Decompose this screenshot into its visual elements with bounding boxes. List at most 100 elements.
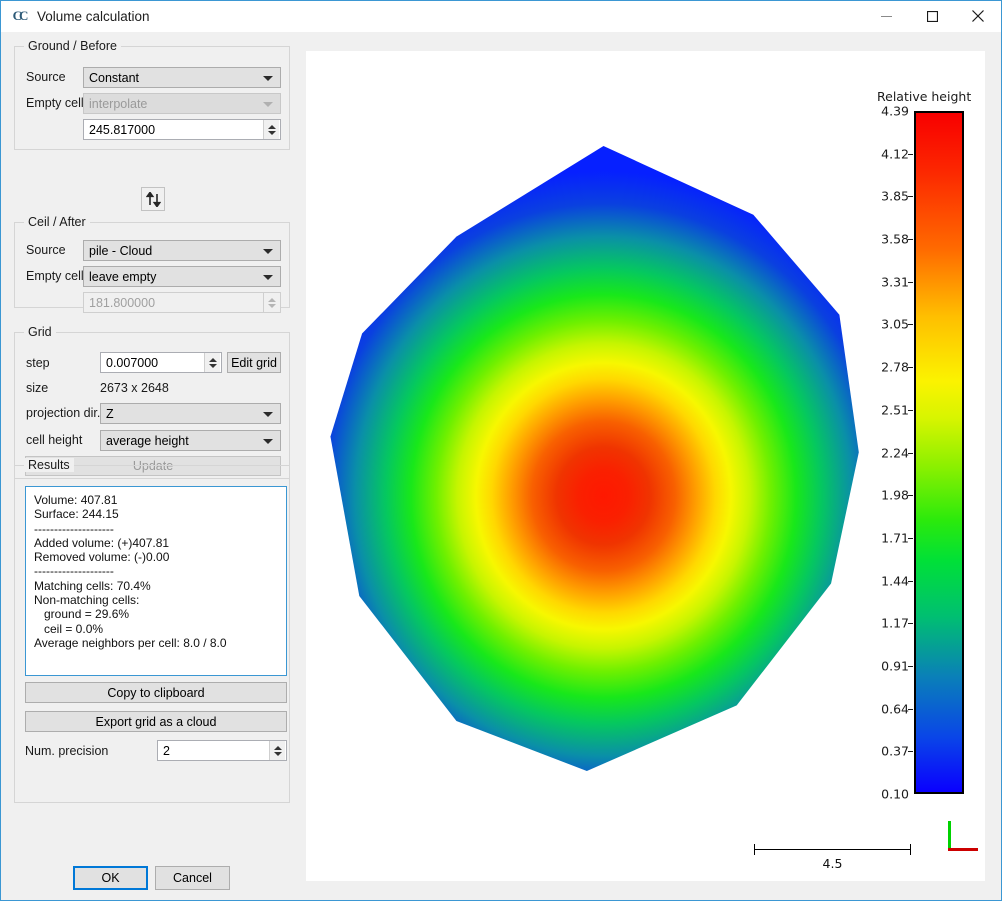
cancel-label: Cancel <box>173 871 212 885</box>
grid-step-input[interactable]: 0.007000 <box>100 352 222 373</box>
stepper-down-icon[interactable] <box>209 364 217 368</box>
ceil-constant-stepper[interactable] <box>263 293 279 312</box>
grid-cell-height-value: average height <box>106 434 189 448</box>
chevron-down-icon <box>263 439 273 444</box>
colorbar-tick-mark <box>908 367 913 368</box>
ceil-after-group: Ceil / After Source pile - Cloud Empty c… <box>14 222 290 308</box>
minimize-icon[interactable] <box>863 1 909 32</box>
colorbar-tick-label: 1.98 <box>881 488 909 503</box>
height-map-surface <box>326 146 881 771</box>
title-bar: CC Volume calculation <box>1 1 1001 32</box>
colorbar-tick-mark <box>908 196 913 197</box>
ceil-constant-input[interactable]: 181.800000 <box>83 292 281 313</box>
stepper-up-icon[interactable] <box>268 125 276 129</box>
grid-group: Grid step 0.007000 Edit grid size 2673 x… <box>14 332 290 479</box>
stepper-down-icon[interactable] <box>268 304 276 308</box>
colorbar-tick-mark <box>908 282 913 283</box>
grid-step-stepper[interactable] <box>204 353 220 372</box>
colorbar-tick-mark <box>908 623 913 624</box>
ceil-empty-cells-label: Empty cells <box>26 269 90 283</box>
ground-constant-value: 245.817000 <box>89 123 155 137</box>
chevron-down-icon <box>263 102 273 107</box>
stepper-down-icon[interactable] <box>268 131 276 135</box>
ground-constant-stepper[interactable] <box>263 120 279 139</box>
colorbar-tick-label: 3.31 <box>881 274 909 289</box>
colorbar-tick-mark <box>908 410 913 411</box>
stepper-up-icon[interactable] <box>274 746 282 750</box>
ceil-constant-value: 181.800000 <box>89 296 155 310</box>
grid-cell-height-label: cell height <box>26 433 82 447</box>
colorbar-gradient <box>914 111 964 794</box>
settings-panel: Ground / Before Source Constant Empty ce… <box>2 32 302 901</box>
colorbar-tick-label: 2.24 <box>881 445 909 460</box>
edit-grid-button[interactable]: Edit grid <box>227 352 281 373</box>
swap-ground-ceil-button[interactable] <box>141 187 165 211</box>
chevron-down-icon <box>263 412 273 417</box>
ground-before-group: Ground / Before Source Constant Empty ce… <box>14 46 290 150</box>
grid-step-label: step <box>26 356 50 370</box>
colorbar-tick-label: 0.64 <box>881 701 909 716</box>
ground-before-group-title: Ground / Before <box>24 39 121 53</box>
grid-group-title: Grid <box>24 325 56 339</box>
colorbar-tick-label: 1.71 <box>881 530 909 545</box>
colorbar-tick-mark <box>908 495 913 496</box>
scale-bar-cap-left <box>754 844 755 855</box>
scale-bar-cap-right <box>910 844 911 855</box>
ceil-after-group-title: Ceil / After <box>24 215 90 229</box>
axis-orientation-gizmo <box>944 821 980 857</box>
ceil-source-select[interactable]: pile - Cloud <box>83 240 281 261</box>
ground-source-label: Source <box>26 70 66 84</box>
grid-cell-height-select[interactable]: average height <box>100 430 281 451</box>
ceil-source-label: Source <box>26 243 66 257</box>
results-group: Results Volume: 407.81 Surface: 244.15 -… <box>14 465 290 803</box>
ground-source-select[interactable]: Constant <box>83 67 281 88</box>
ground-empty-cells-value: interpolate <box>89 97 147 111</box>
colorbar-tick-label: 0.91 <box>881 658 909 673</box>
colorbar-tick-mark <box>908 538 913 539</box>
colorbar-tick-label: 1.17 <box>881 616 909 631</box>
colorbar-tick-label: 0.37 <box>881 744 909 759</box>
colorbar-tick-label: 2.78 <box>881 360 909 375</box>
pile-height-field <box>326 146 881 771</box>
results-text-output[interactable]: Volume: 407.81 Surface: 244.15 ---------… <box>25 486 287 676</box>
ground-constant-input[interactable]: 245.817000 <box>83 119 281 140</box>
stepper-up-icon[interactable] <box>209 358 217 362</box>
stepper-down-icon[interactable] <box>274 752 282 756</box>
num-precision-input[interactable]: 2 <box>157 740 287 761</box>
num-precision-stepper[interactable] <box>269 741 285 760</box>
colorbar-legend: Relative height 4.394.123.853.583.313.05… <box>869 89 979 809</box>
ground-empty-cells-select[interactable]: interpolate <box>83 93 281 114</box>
axis-x-icon <box>948 848 978 851</box>
maximize-icon[interactable] <box>909 1 955 32</box>
export-grid-button[interactable]: Export grid as a cloud <box>25 711 287 732</box>
close-icon[interactable] <box>955 1 1001 32</box>
ok-button[interactable]: OK <box>73 866 148 890</box>
scale-bar: 4.5 <box>754 844 911 878</box>
ground-source-value: Constant <box>89 71 139 85</box>
chevron-down-icon <box>263 76 273 81</box>
colorbar-tick-label: 0.10 <box>881 787 909 802</box>
scale-bar-label: 4.5 <box>754 856 911 871</box>
colorbar-title: Relative height <box>877 89 971 104</box>
grid-projection-select[interactable]: Z <box>100 403 281 424</box>
colorbar-tick-mark <box>908 709 913 710</box>
3d-viewport[interactable]: Relative height 4.394.123.853.583.313.05… <box>306 51 985 881</box>
colorbar-tick-label: 3.58 <box>881 232 909 247</box>
window-controls <box>863 1 1001 32</box>
colorbar-tick-mark <box>908 581 913 582</box>
num-precision-label: Num. precision <box>25 744 108 758</box>
stepper-up-icon[interactable] <box>268 298 276 302</box>
colorbar-tick-mark <box>908 324 913 325</box>
ceil-source-value: pile - Cloud <box>89 244 152 258</box>
colorbar-tick-mark <box>908 154 913 155</box>
cancel-button[interactable]: Cancel <box>155 866 230 890</box>
swap-arrows-icon <box>146 192 161 207</box>
ceil-empty-cells-select[interactable]: leave empty <box>83 266 281 287</box>
scale-bar-line <box>754 849 911 850</box>
chevron-down-icon <box>263 275 273 280</box>
copy-to-clipboard-button[interactable]: Copy to clipboard <box>25 682 287 703</box>
axis-y-icon <box>948 821 951 848</box>
app-logo-icon: CC <box>10 7 28 25</box>
ground-empty-cells-label: Empty cells <box>26 96 90 110</box>
colorbar-tick-mark <box>908 751 913 752</box>
